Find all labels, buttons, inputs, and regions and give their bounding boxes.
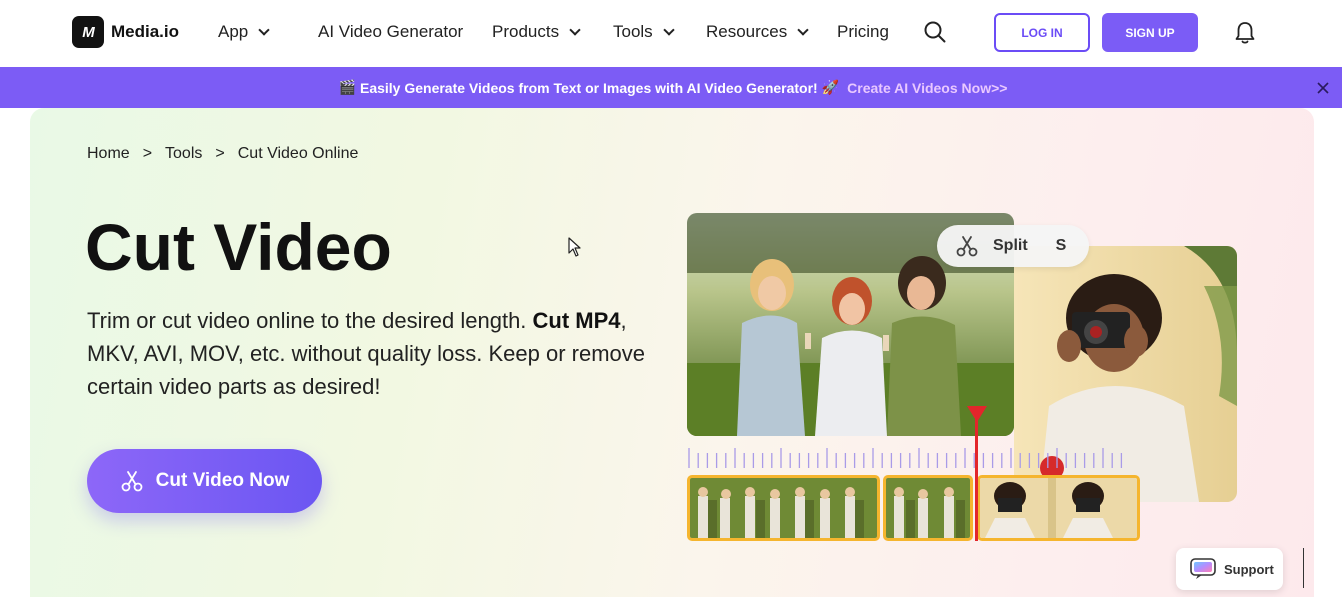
brand-logo[interactable]: M Media.io <box>72 16 179 48</box>
nav-item-pricing[interactable]: Pricing <box>837 22 889 42</box>
bell-icon[interactable] <box>1234 21 1256 45</box>
login-button[interactable]: LOG IN <box>994 13 1090 52</box>
close-icon[interactable] <box>1314 79 1332 97</box>
promo-banner: 🎬 Easily Generate Videos from Text or Im… <box>0 67 1342 108</box>
breadcrumb: Home > Tools > Cut Video Online <box>87 145 358 163</box>
nav-item-resources[interactable]: Resources <box>706 22 809 42</box>
desc-text: Trim or cut video online to the desired … <box>87 308 527 333</box>
support-label: Support <box>1224 561 1274 577</box>
signup-button[interactable]: SIGN UP <box>1102 13 1198 52</box>
search-icon[interactable] <box>924 21 946 43</box>
timeline-clip-3[interactable] <box>977 475 1140 541</box>
hero-section: Home > Tools > Cut Video Online Cut Vide… <box>30 108 1314 597</box>
mouse-cursor-icon <box>568 237 581 257</box>
timeline-clip-1[interactable] <box>687 475 880 541</box>
nav-item-label: Products <box>492 22 560 41</box>
media-io-logo-icon: M <box>72 16 104 48</box>
cut-video-now-button[interactable]: Cut Video Now <box>87 449 322 513</box>
playhead-marker-icon <box>967 406 987 422</box>
chevron-down-icon <box>797 23 809 36</box>
chat-bubble-icon <box>1190 558 1216 579</box>
split-shortcut-key: S <box>1055 237 1067 254</box>
scissors-icon <box>121 471 143 492</box>
rocket-emoji-icon: 🚀 <box>821 79 840 95</box>
split-label: Split <box>993 237 1028 254</box>
timeline-ruler <box>688 448 1123 468</box>
nav-item-products[interactable]: Products <box>492 22 581 42</box>
chevron-down-icon <box>663 23 675 36</box>
nav-item-label: Pricing <box>837 22 889 41</box>
hero-description: Trim or cut video online to the desired … <box>87 304 667 403</box>
brand-name: Media.io <box>111 22 180 41</box>
split-tool-tooltip[interactable]: Split S <box>937 225 1089 267</box>
scissors-icon <box>956 236 978 257</box>
nav-item-label: App <box>218 22 249 41</box>
timeline-clip-2[interactable] <box>883 475 973 541</box>
chevron-down-icon <box>258 23 270 36</box>
divider <box>1303 548 1304 588</box>
nav-item-label: Resources <box>706 22 788 41</box>
nav-item-label: Tools <box>613 22 653 41</box>
nav-item-app[interactable]: App <box>218 22 270 42</box>
support-chat-button[interactable]: Support <box>1176 548 1283 590</box>
breadcrumb-home[interactable]: Home <box>87 145 130 163</box>
top-navigation: M Media.io App AI Video Generator Produc… <box>0 0 1342 67</box>
cta-label: Cut Video Now <box>155 470 290 491</box>
banner-cta-link[interactable]: Create AI Videos Now>> <box>847 80 1007 96</box>
clapper-emoji-icon: 🎬 <box>338 79 356 95</box>
desc-highlight: Cut MP4 <box>532 308 621 333</box>
breadcrumb-separator: > <box>215 145 225 162</box>
breadcrumb-tools[interactable]: Tools <box>165 145 202 163</box>
timeline-playhead[interactable] <box>975 413 978 541</box>
page-title: Cut Video <box>85 210 392 284</box>
banner-text: Easily Generate Videos from Text or Imag… <box>359 79 818 96</box>
chevron-down-icon <box>569 23 581 36</box>
nav-item-tools[interactable]: Tools <box>613 22 675 42</box>
nav-item-label: AI Video Generator <box>318 22 464 41</box>
breadcrumb-current: Cut Video Online <box>237 145 359 162</box>
breadcrumb-separator: > <box>142 145 153 162</box>
nav-item-ai-video-generator[interactable]: AI Video Generator <box>318 22 463 42</box>
